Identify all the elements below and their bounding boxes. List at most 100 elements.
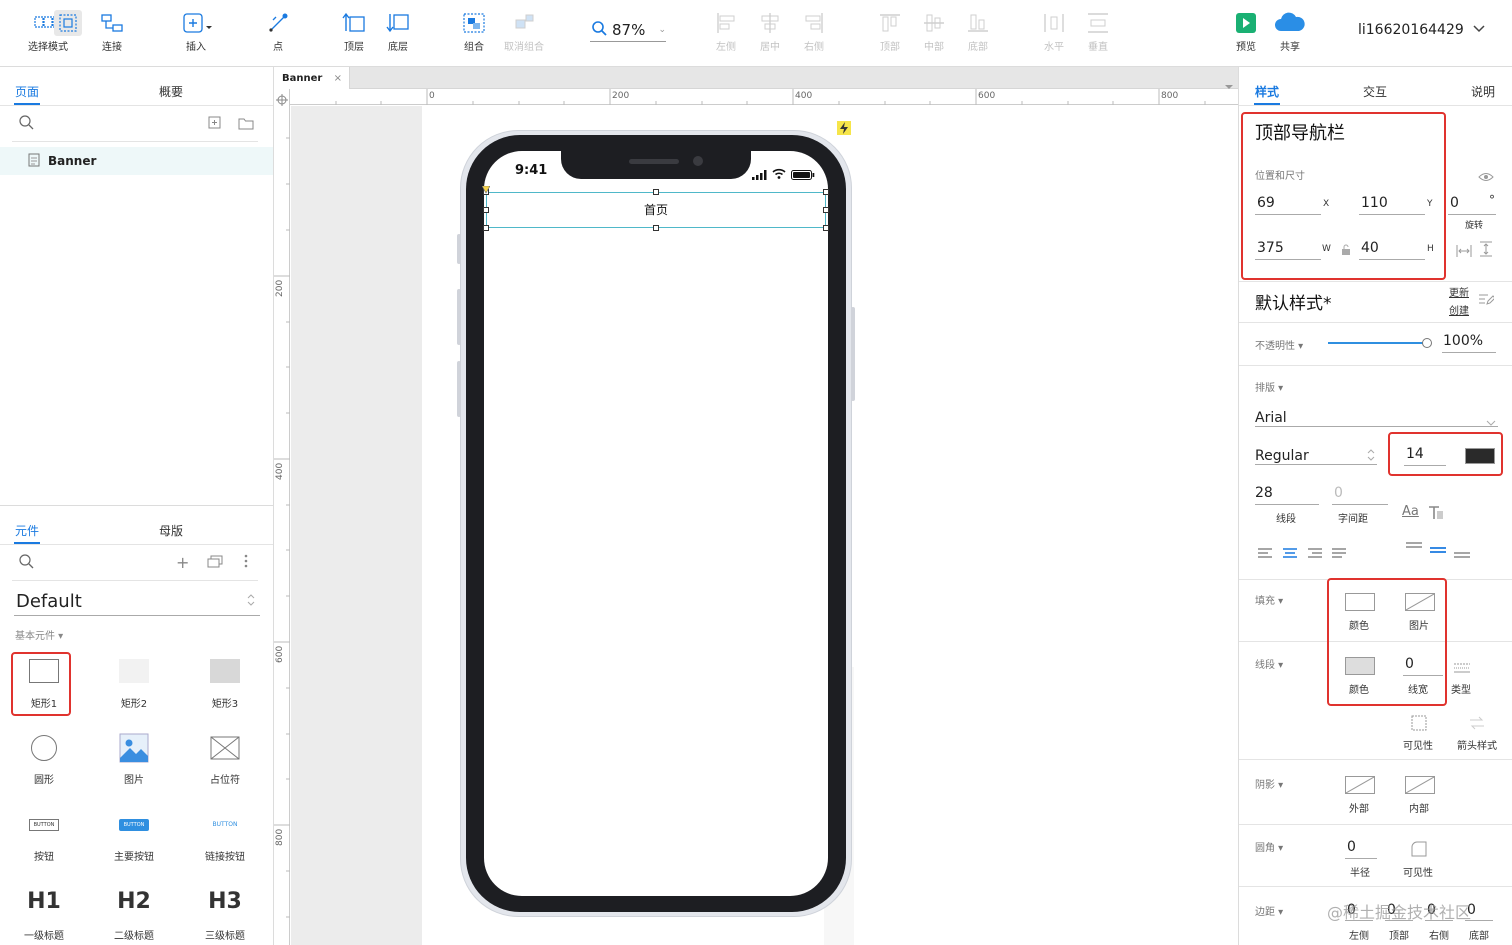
add-page-icon[interactable] [208,115,222,134]
close-icon[interactable]: × [334,73,342,84]
resize-handle[interactable] [483,225,489,231]
tab-notes[interactable]: 说明 [1471,83,1495,100]
section-basic-widgets[interactable]: 基本元件 ▾ [15,627,63,642]
ungroup-button[interactable]: 取消组合 [500,8,548,53]
resize-handle[interactable] [653,189,659,195]
padding-bottom-label: 底部 [1469,931,1489,942]
resize-handle[interactable] [653,225,659,231]
library-copy-icon[interactable] [207,554,223,573]
widget-circle[interactable]: 圆形 [0,733,89,786]
create-style-link[interactable]: 创建 [1449,302,1469,317]
align-bottom-button[interactable]: 底部 [960,8,996,53]
font-family-select[interactable]: Arial [1255,407,1498,427]
point-button[interactable]: 点 [260,8,296,53]
connect-button[interactable]: 连接 [92,8,132,53]
padding-label[interactable]: 边距 ▾ [1255,903,1283,918]
widget-button[interactable]: BUTTON 按钮 [0,819,89,863]
text-style-icon[interactable] [1428,505,1444,524]
share-button[interactable]: 共享 [1268,8,1312,53]
radius-field[interactable]: 0 [1347,839,1356,855]
select-contained-icon[interactable] [54,10,82,36]
crosshair-icon[interactable] [276,91,288,110]
align-middle-button[interactable]: 中部 [916,8,952,53]
align-justify-icon[interactable] [1331,544,1347,563]
typography-label[interactable]: 排版 ▾ [1255,379,1283,394]
border-type-icon[interactable] [1453,659,1471,678]
widget-rect2[interactable]: 矩形2 [89,655,179,710]
resize-handle[interactable] [483,207,489,213]
corner-radius-icon[interactable] [1411,841,1427,861]
shadow-outer-icon[interactable] [1345,776,1375,794]
widget-h2[interactable]: H2 二级标题 [89,889,179,942]
align-center-button[interactable]: 居中 [752,8,788,53]
opacity-field[interactable]: 100% [1443,333,1483,349]
valign-top-icon[interactable] [1405,540,1423,559]
shadow-inner-icon[interactable] [1405,776,1435,794]
widget-link-button[interactable]: BUTTON 链接按钮 [180,819,270,863]
fit-width-icon[interactable] [1456,243,1472,262]
tab-masters[interactable]: 母版 [159,522,183,539]
rotation-handle-icon[interactable] [481,179,491,198]
tab-interaction[interactable]: 交互 [1363,83,1387,100]
fill-label[interactable]: 填充 ▾ [1255,592,1283,607]
arrow-style-icon[interactable] [1469,715,1485,735]
search-icon[interactable] [18,553,34,573]
tab-widgets[interactable]: 元件 [15,522,39,539]
page-item-banner[interactable]: Banner [0,147,273,175]
tab-style[interactable]: 样式 [1255,83,1279,100]
visibility-box-icon[interactable] [1411,715,1427,735]
align-right-button[interactable]: 右侧 [796,8,832,53]
insert-button[interactable]: 插入 [176,8,216,53]
fit-height-icon[interactable] [1479,241,1493,261]
zoom-select[interactable]: 87% ⌄ [590,18,666,42]
style-name[interactable]: 默认样式* [1255,289,1332,314]
add-library-icon[interactable]: + [176,553,189,572]
valign-bottom-icon[interactable] [1453,548,1471,567]
update-style-link[interactable]: 更新 [1449,284,1469,299]
distribute-horizontal-button[interactable]: 水平 [1036,8,1072,53]
align-right-icon[interactable] [1307,544,1323,563]
align-center-icon[interactable] [1282,544,1298,563]
user-menu[interactable]: li16620164429 [1358,22,1486,38]
align-left-button[interactable]: 左侧 [708,8,744,53]
opacity-slider-track[interactable] [1328,342,1424,344]
widget-placeholder[interactable]: 占位符 [180,733,270,786]
lightning-icon[interactable] [837,120,851,139]
edit-style-icon[interactable] [1478,291,1496,310]
group-button[interactable]: 组合 [456,8,492,53]
resize-handle[interactable] [823,189,829,195]
send-to-back-button[interactable]: 底层 [380,8,416,53]
letter-spacing-field[interactable]: 0 [1334,485,1343,501]
library-select[interactable]: Default [14,588,260,616]
opacity-label[interactable]: 不透明性 ▾ [1255,337,1303,352]
valign-middle-icon[interactable] [1429,544,1447,563]
more-vertical-icon[interactable] [244,553,248,572]
resize-handle[interactable] [823,225,829,231]
widget-image[interactable]: 图片 [89,733,179,786]
align-left-icon[interactable] [1257,544,1273,563]
rotation-field[interactable]: 0 [1450,195,1459,211]
line-height-field[interactable]: 28 [1255,485,1273,501]
shadow-label[interactable]: 阴影 ▾ [1255,776,1283,791]
border-label[interactable]: 线段 ▾ [1255,656,1283,671]
preview-button[interactable]: 预览 [1228,8,1264,53]
tab-outline[interactable]: 概要 [159,83,183,100]
radius-label[interactable]: 圆角 ▾ [1255,839,1283,854]
widget-h1[interactable]: H1 一级标题 [0,889,89,942]
font-weight-select[interactable]: Regular [1255,445,1377,465]
resize-handle[interactable] [823,207,829,213]
widget-primary-button[interactable]: BUTTON 主要按钮 [89,819,179,863]
align-top-button[interactable]: 顶部 [872,8,908,53]
tab-pages[interactable]: 页面 [15,83,39,100]
eye-icon[interactable] [1478,167,1494,186]
bring-to-front-button[interactable]: 顶层 [336,8,372,53]
widget-h3[interactable]: H3 三级标题 [180,889,270,942]
distribute-vertical-button[interactable]: 垂直 [1080,8,1116,53]
tab-banner[interactable]: Banner × [274,67,350,89]
folder-icon[interactable] [238,115,254,134]
search-icon[interactable] [18,114,34,134]
text-case-icon[interactable]: Aa [1402,504,1419,519]
widget-rect3[interactable]: 矩形3 [180,655,270,710]
top-nav-bar[interactable]: 首页 [486,192,826,228]
opacity-slider-thumb[interactable] [1422,338,1432,348]
